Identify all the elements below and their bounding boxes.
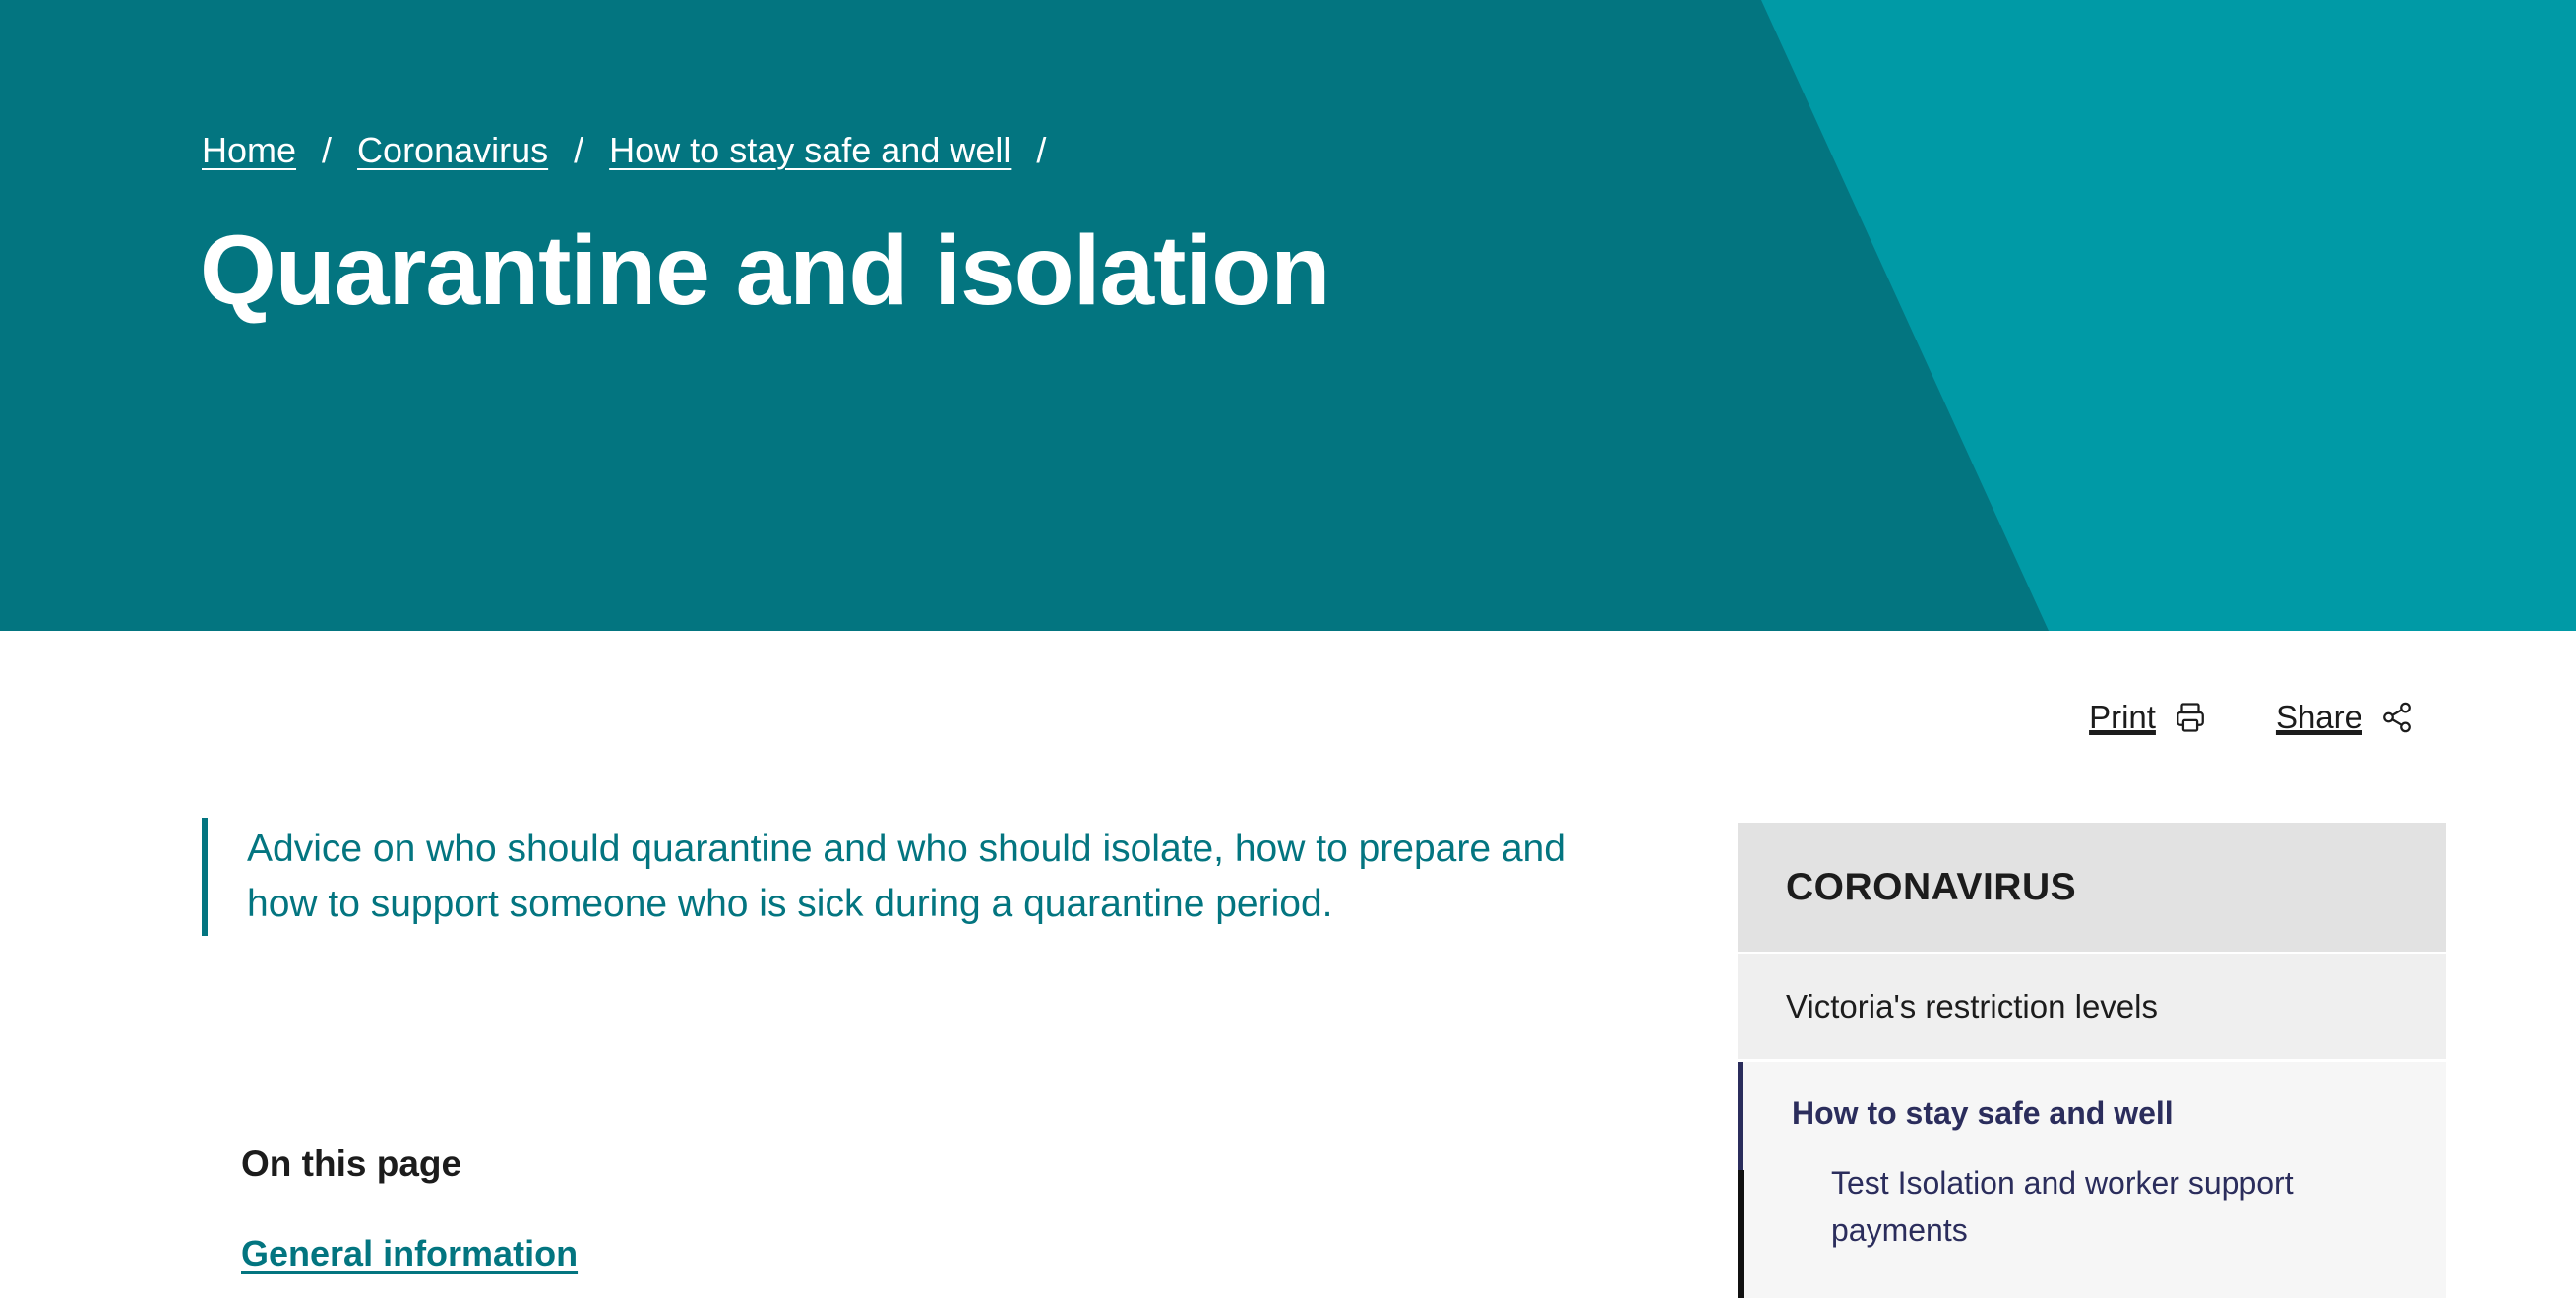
intro-text: Advice on who should quarantine and who … [202, 818, 1619, 936]
breadcrumb: Home / Coronavirus / How to stay safe an… [202, 130, 1072, 171]
on-this-page-heading: On this page [241, 1143, 462, 1184]
sidebar-subitem-worker-support[interactable]: Test Isolation and worker support paymen… [1831, 1159, 2382, 1254]
share-label: Share [2275, 699, 2362, 735]
breadcrumb-separator: / [322, 130, 333, 170]
page-title: Quarantine and isolation [200, 216, 1330, 326]
sidebar-item-stay-safe[interactable]: How to stay safe and well [1792, 1095, 2446, 1132]
page-actions: Print Share [2020, 699, 2414, 736]
on-this-page-link-general-information[interactable]: General information [241, 1233, 578, 1274]
printer-icon [2177, 703, 2204, 732]
share-button[interactable]: Share [2276, 699, 2414, 736]
breadcrumb-separator: / [1036, 130, 1047, 170]
sidebar-item-restriction-levels[interactable]: Victoria's restriction levels [1738, 954, 2446, 1062]
hero-banner: Home / Coronavirus / How to stay safe an… [0, 0, 2576, 631]
sidebar-nav: CORONAVIRUS Victoria's restriction level… [1738, 823, 2446, 1298]
sidebar-subitem-indicator [1738, 1170, 1744, 1298]
share-icon [2383, 702, 2411, 733]
print-button[interactable]: Print [2089, 699, 2207, 736]
breadcrumb-home[interactable]: Home [202, 130, 296, 171]
sidebar-item-stay-safe-active: How to stay safe and well Test Isolation… [1738, 1062, 2446, 1298]
breadcrumb-coronavirus[interactable]: Coronavirus [357, 130, 548, 171]
breadcrumb-separator: / [574, 130, 584, 170]
breadcrumb-stay-safe[interactable]: How to stay safe and well [609, 130, 1011, 171]
print-label: Print [2089, 699, 2156, 735]
sidebar-heading[interactable]: CORONAVIRUS [1738, 823, 2446, 952]
